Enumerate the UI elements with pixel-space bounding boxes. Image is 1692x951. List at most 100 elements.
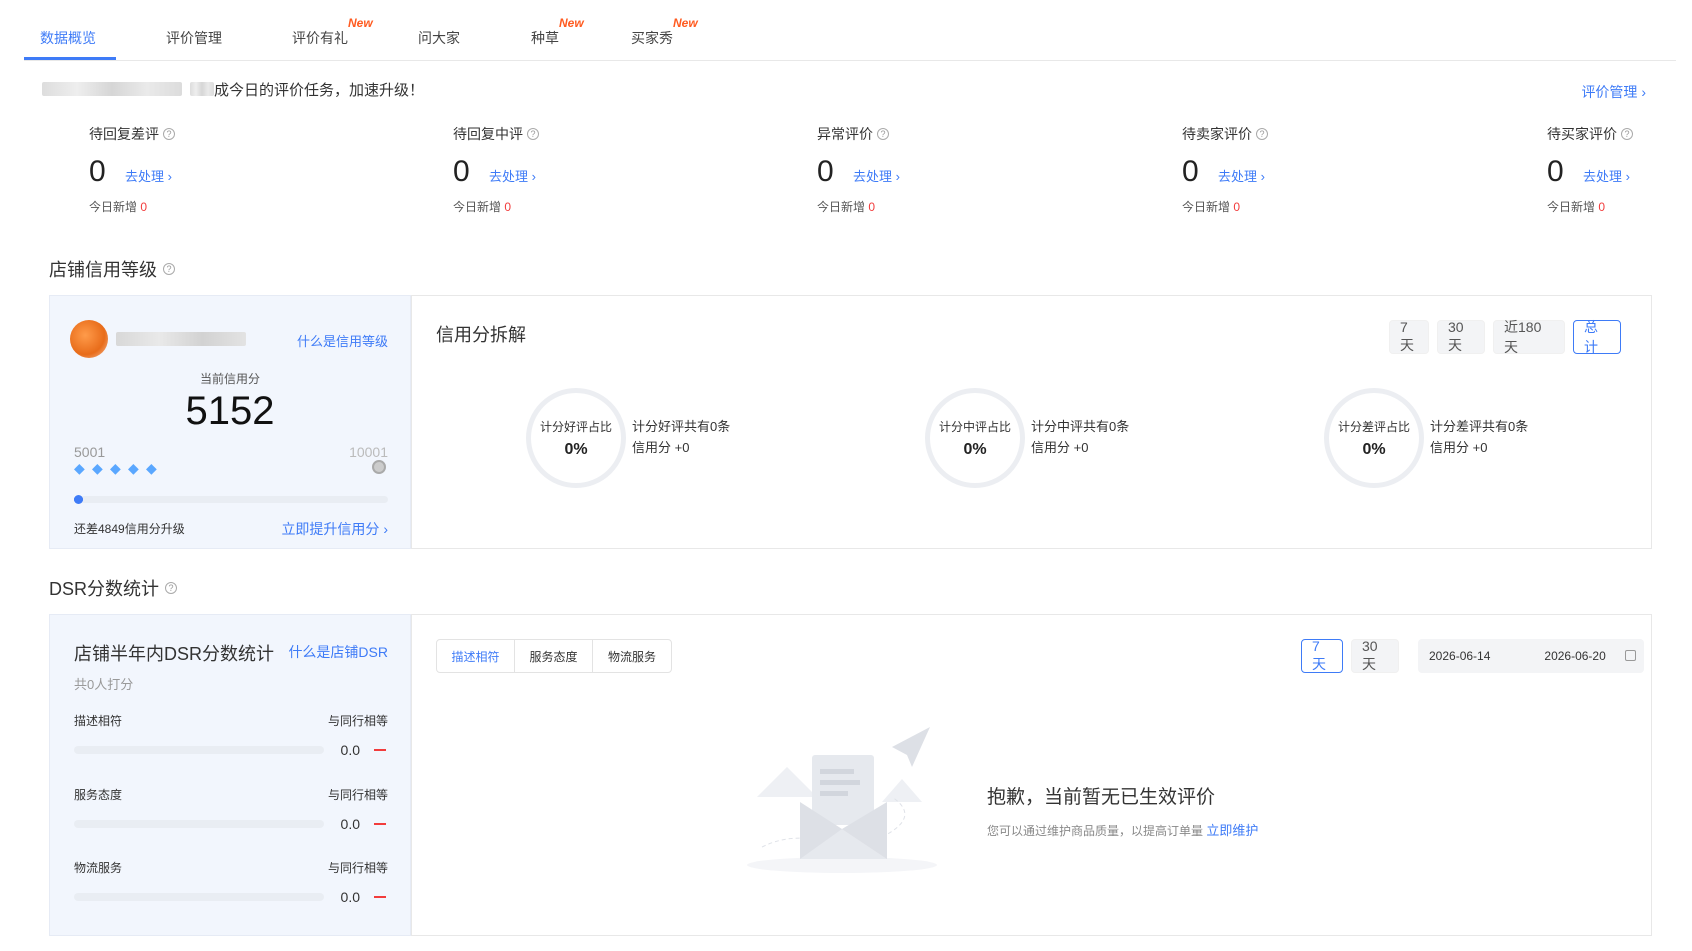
tab-label: 问大家 [418, 30, 460, 46]
dsr-row-label: 描述相符 [74, 714, 123, 728]
stat-value: 0 [1182, 155, 1199, 188]
section-title-text: 店铺信用等级 [49, 260, 157, 280]
credit-progress-bar [74, 495, 388, 504]
help-icon[interactable]: ? [877, 128, 889, 140]
dsr-tab-logistics[interactable]: 物流服务 [593, 640, 671, 672]
help-icon[interactable]: ? [1621, 128, 1633, 140]
date-start[interactable]: 2026-06-14 [1429, 649, 1490, 663]
process-link[interactable]: 去处理 › [125, 166, 172, 185]
dsr-section-title: DSR分数统计? [49, 575, 178, 601]
tab-seeding[interactable]: 种草 New [531, 16, 584, 48]
today-label: 今日新增 [453, 200, 502, 214]
dsr-row-description: 描述相符 与同行相等 0.0 [74, 712, 388, 758]
dsr-row-label: 物流服务 [74, 861, 123, 875]
stat-value: 0 [1547, 155, 1564, 188]
credit-breakdown-card: 信用分拆解 7天 30天 近180天 总计 计分好评占比 0% 计分好评共有0条… [411, 295, 1652, 549]
date-range-picker[interactable]: 2026-06-14 2026-06-20 [1418, 639, 1644, 673]
dsr-period-7-days[interactable]: 7天 [1301, 638, 1343, 673]
help-icon[interactable]: ? [163, 263, 175, 275]
stat-today: 今日新增 0 [453, 198, 693, 215]
help-icon[interactable]: ? [1256, 128, 1268, 140]
today-value: 0 [140, 200, 148, 214]
dsr-row-compare: 与同行相等 [327, 861, 388, 875]
stat-pending-seller: 待卖家评价? 0 去处理 › 今日新增 0 [1182, 124, 1422, 215]
tab-buyer-show[interactable]: 买家秀 New [631, 16, 698, 48]
credit-breakdown-title: 信用分拆解 [436, 325, 526, 345]
top-tab-bar: 数据概览 评价管理 评价有礼 New 问大家 种草 New 买家秀 New [24, 0, 1676, 61]
ring-detail-line1: 计分差评共有0条 [1430, 419, 1529, 434]
tab-data-overview[interactable]: 数据概览 [40, 28, 96, 48]
tab-label: 买家秀 [631, 30, 673, 46]
what-is-dsr-link[interactable]: 什么是店铺DSR [288, 642, 388, 662]
equal-indicator [374, 896, 386, 898]
empty-state-title: 抱歉，当前暂无已生效评价 [987, 787, 1216, 808]
today-value: 0 [504, 200, 512, 214]
empty-state-illustration [747, 727, 937, 873]
dsr-detail-card: 描述相符 服务态度 物流服务 7天 30天 2026-06-14 2026-06… [411, 614, 1652, 936]
tab-review-management[interactable]: 评价管理 [166, 28, 222, 48]
stat-title-text: 待卖家评价 [1182, 126, 1252, 142]
process-link[interactable]: 去处理 › [1583, 166, 1630, 185]
period-total[interactable]: 总计 [1573, 319, 1621, 355]
process-link[interactable]: 去处理 › [853, 166, 900, 185]
credit-score-label: 当前信用分 [199, 372, 260, 386]
dsr-score-value: 0.0 [340, 742, 360, 758]
period-7-days[interactable]: 7天 [1389, 319, 1429, 354]
dsr-period-30-days[interactable]: 30天 [1351, 638, 1399, 673]
calendar-icon[interactable] [1625, 650, 1636, 661]
range-max: 10001 [349, 444, 388, 460]
ring-detail-line2: 信用分 +0 [632, 440, 690, 455]
neutral-ratio-ring: 计分中评占比 0% [925, 388, 1025, 488]
diamond-icon: ◆ [128, 460, 139, 476]
stat-title-text: 待回复中评 [453, 126, 523, 142]
blurred-text [190, 82, 214, 96]
blurred-username [42, 82, 182, 96]
new-badge: New [348, 16, 373, 30]
boost-credit-link[interactable]: 立即提升信用分 › [281, 519, 388, 539]
tab-label: 种草 [531, 30, 559, 46]
dsr-tab-service[interactable]: 服务态度 [515, 640, 593, 672]
today-label: 今日新增 [817, 200, 866, 214]
tab-ask-everyone[interactable]: 问大家 [418, 28, 460, 48]
help-icon[interactable]: ? [165, 582, 178, 594]
ring-label: 计分中评占比 [938, 419, 1011, 434]
stat-today: 今日新增 0 [1182, 198, 1422, 215]
stat-title: 待回复差评? [89, 124, 329, 144]
maintain-now-link[interactable]: 立即维护 [1206, 823, 1258, 838]
dsr-score-value: 0.0 [340, 816, 360, 832]
tab-review-gift[interactable]: 评价有礼 New [292, 16, 373, 48]
stat-today: 今日新增 0 [1547, 198, 1677, 215]
today-value: 0 [1233, 200, 1241, 214]
process-link[interactable]: 去处理 › [489, 166, 536, 185]
negative-ratio-group: 计分差评占比 0% 计分差评共有0条 信用分 +0 [1324, 388, 1528, 488]
ring-detail: 计分差评共有0条 信用分 +0 [1430, 416, 1528, 458]
process-link[interactable]: 去处理 › [1218, 166, 1265, 185]
dsr-row-logistics: 物流服务 与同行相等 0.0 [74, 859, 388, 905]
stat-today: 今日新增 0 [817, 198, 1057, 215]
credit-period-selector: 7天 30天 近180天 总计 [1389, 319, 1621, 355]
help-icon[interactable]: ? [527, 128, 539, 140]
ring-detail: 计分好评共有0条 信用分 +0 [632, 416, 730, 458]
today-value: 0 [868, 200, 876, 214]
what-is-credit-level-link[interactable]: 什么是信用等级 [297, 331, 388, 350]
ring-value: 0% [963, 440, 987, 458]
period-30-days[interactable]: 30天 [1437, 319, 1485, 354]
neutral-ratio-group: 计分中评占比 0% 计分中评共有0条 信用分 +0 [925, 388, 1129, 488]
ring-detail-line1: 计分好评共有0条 [632, 419, 731, 434]
stat-today: 今日新增 0 [89, 198, 329, 215]
period-180-days[interactable]: 近180天 [1493, 319, 1565, 355]
notice-text: 成今日的评价任务，加速升级！ [214, 81, 425, 99]
stat-value: 0 [817, 155, 834, 188]
positive-ratio-ring: 计分好评占比 0% [526, 388, 626, 488]
dsr-summary-title: 店铺半年内DSR分数统计 [74, 644, 275, 664]
credit-progress-fill [74, 495, 84, 504]
stat-title-text: 异常评价 [817, 126, 873, 142]
date-end[interactable]: 2026-06-20 [1544, 649, 1605, 663]
review-management-link[interactable]: 评价管理 › [1581, 82, 1646, 102]
dsr-row-compare: 与同行相等 [327, 788, 388, 802]
help-icon[interactable]: ? [163, 128, 175, 140]
stat-title-text: 待回复差评 [89, 126, 159, 142]
dsr-tab-description[interactable]: 描述相符 [437, 640, 515, 672]
positive-ratio-group: 计分好评占比 0% 计分好评共有0条 信用分 +0 [526, 388, 730, 488]
stat-title: 异常评价? [817, 124, 1057, 144]
